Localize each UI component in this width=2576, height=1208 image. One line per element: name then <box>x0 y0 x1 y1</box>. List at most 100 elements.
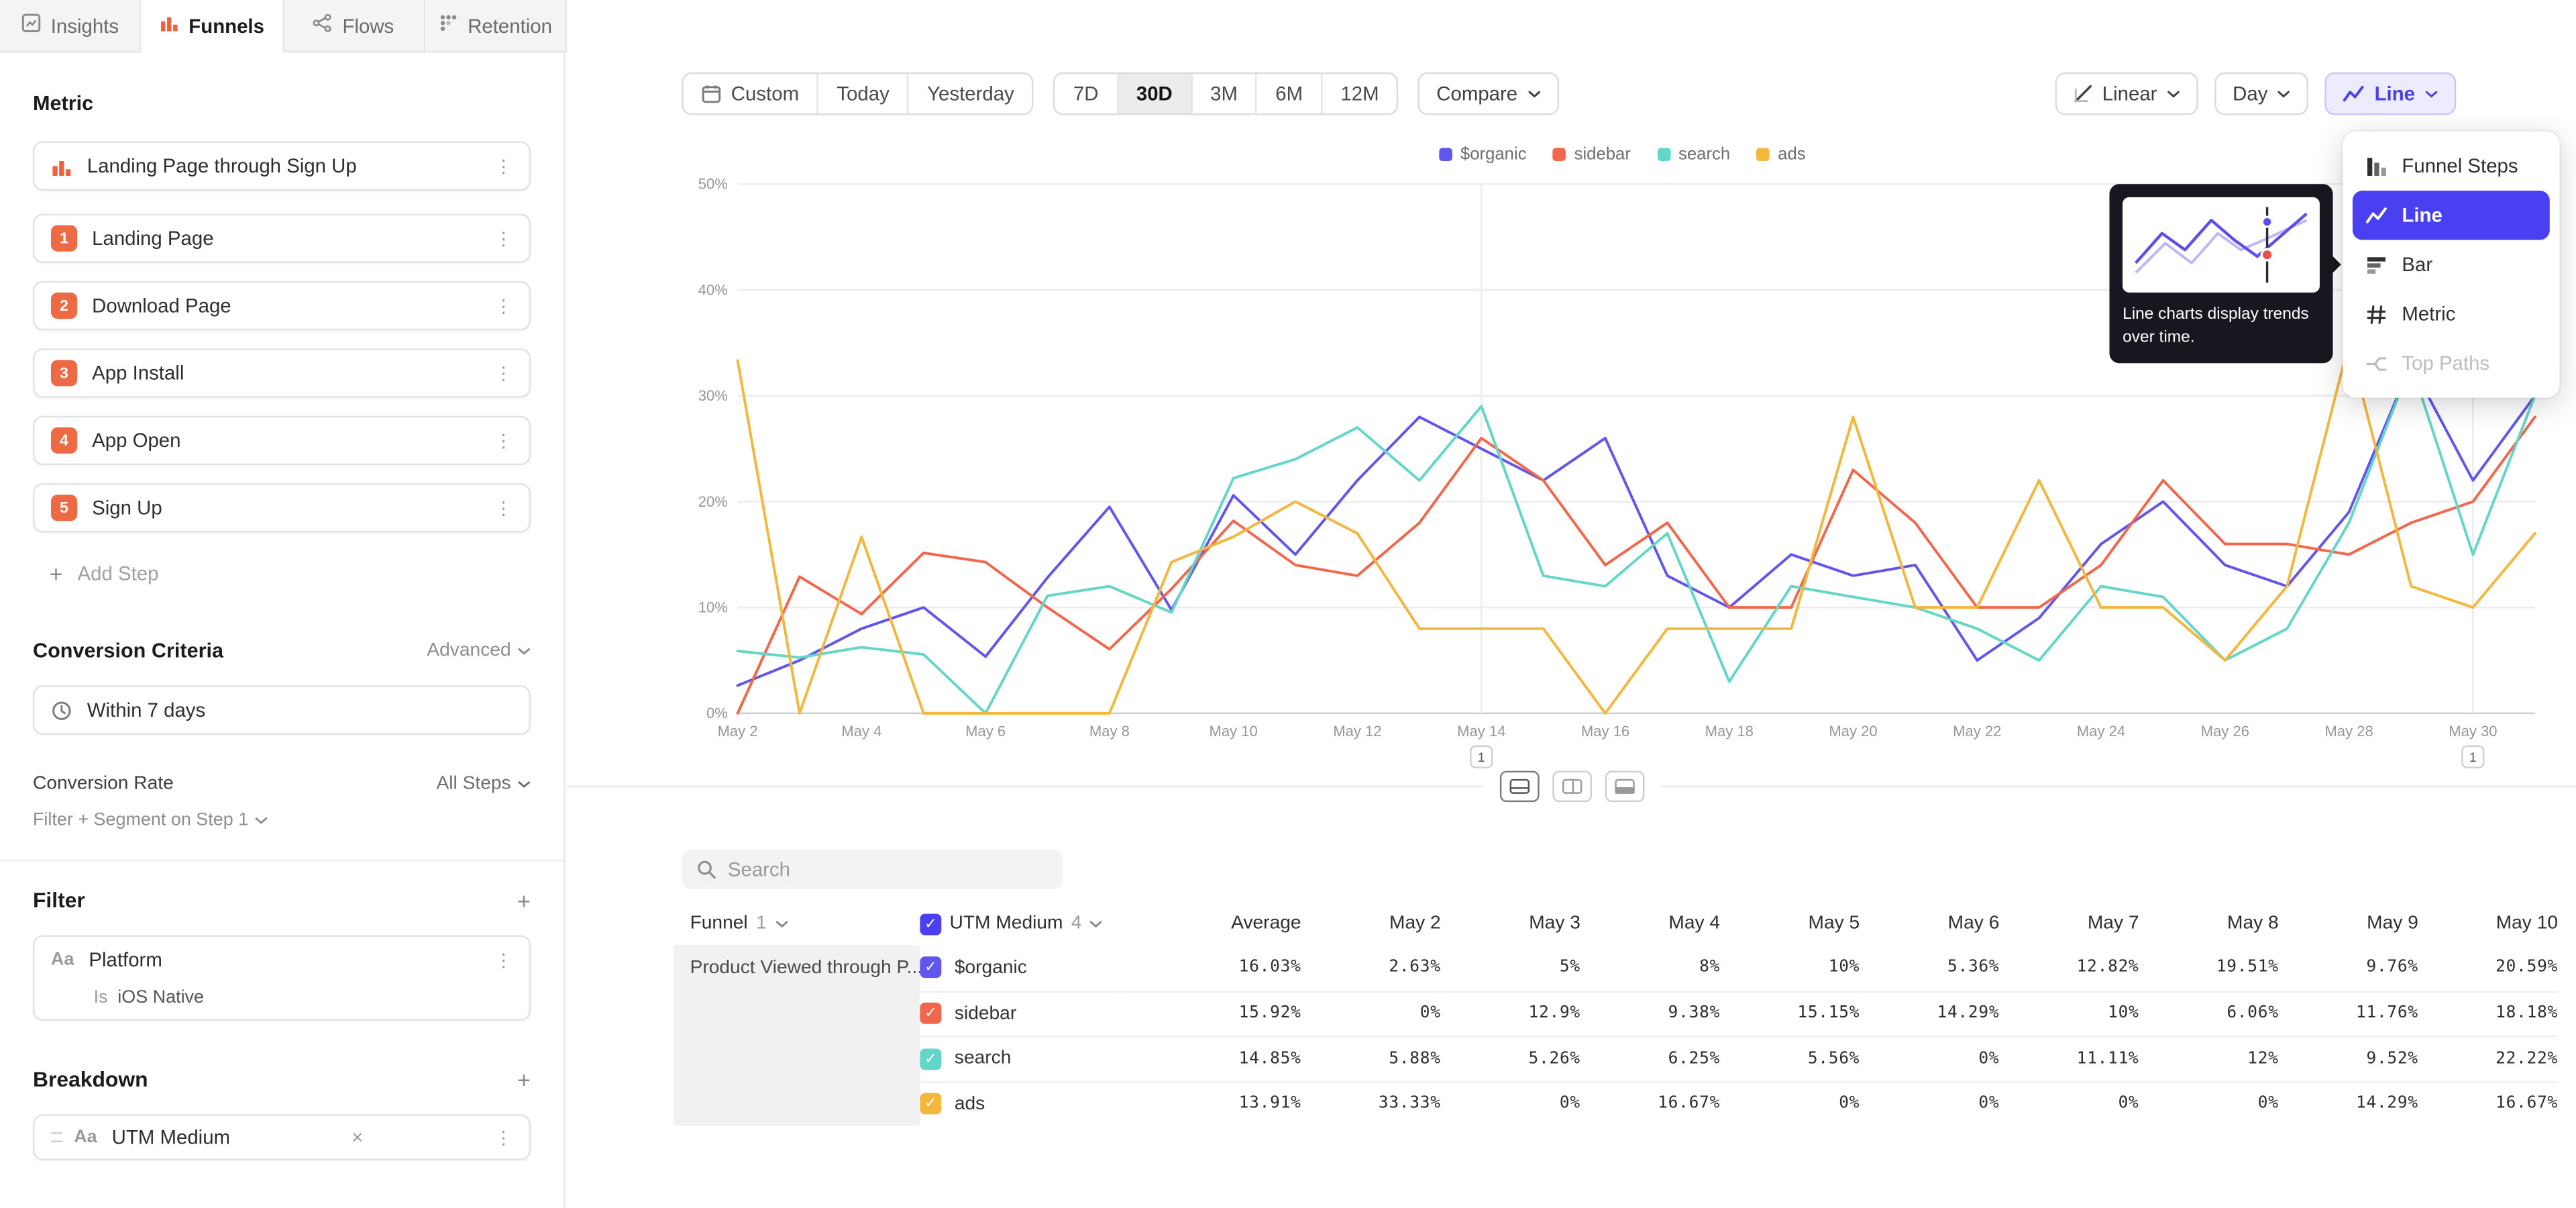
chart-type-dropdown[interactable]: Line <box>2325 72 2456 115</box>
row-checkbox[interactable]: ✓ <box>920 1048 941 1070</box>
table-column-header[interactable]: May 7 <box>1999 902 2139 945</box>
legend-item[interactable]: sidebar <box>1553 145 1631 164</box>
layout-toggles <box>1483 771 1660 803</box>
layout-split-horizontal-button[interactable] <box>1499 771 1539 803</box>
funnel-step[interactable]: 5 Sign Up ⋮ <box>33 483 531 532</box>
table-row-label[interactable]: ✓ search <box>920 1036 1117 1080</box>
table-column-header[interactable]: May 9 <box>2279 902 2418 945</box>
row-checkbox[interactable]: ✓ <box>920 1093 941 1115</box>
table-cell: 5.36% <box>1860 945 1999 990</box>
table-cell: 5.88% <box>1301 1036 1441 1080</box>
menu-item-metric[interactable]: Metric <box>2353 289 2550 338</box>
tab-insights[interactable]: Insights <box>0 0 142 51</box>
kebab-menu-icon[interactable]: ⋮ <box>484 295 513 317</box>
filter-value[interactable]: iOS Native <box>117 988 204 1007</box>
svg-text:10%: 10% <box>698 599 728 615</box>
range-7d-button[interactable]: 7D <box>1055 74 1118 113</box>
search-input[interactable] <box>728 858 1049 880</box>
filter-segment-dropdown[interactable]: Filter + Segment on Step 1 <box>33 810 531 829</box>
table-column-header[interactable]: May 5 <box>1720 902 1860 945</box>
table-row-label[interactable]: ✓ sidebar <box>920 991 1117 1036</box>
svg-text:0%: 0% <box>706 705 728 721</box>
table-column-header[interactable]: May 10 <box>2418 902 2558 945</box>
filter-operator[interactable]: Is <box>94 988 108 1007</box>
yesterday-button[interactable]: Yesterday <box>909 74 1032 113</box>
table-column-header[interactable]: Average <box>1117 902 1301 945</box>
legend-item[interactable]: ads <box>1756 145 1805 164</box>
kebab-menu-icon[interactable]: ⋮ <box>484 430 513 451</box>
table-column-header[interactable]: May 8 <box>2139 902 2279 945</box>
table-cell: 20.59% <box>2418 945 2558 990</box>
funnel-step[interactable]: 2 Download Page ⋮ <box>33 281 531 330</box>
add-step-button[interactable]: + Add Step <box>33 550 531 597</box>
advanced-dropdown[interactable]: Advanced <box>427 641 531 660</box>
tab-flows[interactable]: Flows <box>283 0 425 51</box>
table-search[interactable] <box>682 850 1063 889</box>
all-steps-dropdown[interactable]: All Steps <box>436 774 531 793</box>
svg-text:May 8: May 8 <box>1089 723 1130 740</box>
today-button[interactable]: Today <box>818 74 909 113</box>
remove-breakdown-icon[interactable]: × <box>345 1126 370 1149</box>
table-group-cell[interactable]: Product Viewed through P... <box>674 945 920 1125</box>
layout-table-bottom-button[interactable] <box>1604 771 1644 803</box>
table-column-header[interactable]: May 2 <box>1301 902 1441 945</box>
row-checkbox[interactable]: ✓ <box>920 957 941 978</box>
conversion-window-card[interactable]: Within 7 days <box>33 685 531 734</box>
svg-text:May 30: May 30 <box>2449 723 2497 740</box>
range-30d-button[interactable]: 30D <box>1118 74 1192 113</box>
add-filter-button[interactable]: + <box>517 889 531 911</box>
kebab-menu-icon[interactable]: ⋮ <box>484 362 513 384</box>
custom-date-button[interactable]: Custom <box>684 74 819 113</box>
table-column-header[interactable]: May 6 <box>1860 902 1999 945</box>
tooltip-mini-chart <box>2123 197 2320 293</box>
svg-text:May 6: May 6 <box>965 723 1006 740</box>
funnel-step[interactable]: 1 Landing Page ⋮ <box>33 213 531 262</box>
layout-split-vertical-button[interactable] <box>1552 771 1591 803</box>
table-cell: 5% <box>1441 945 1580 990</box>
table-funnel-header[interactable]: Funnel 1 <box>674 902 920 945</box>
legend-item[interactable]: $organic <box>1439 145 1526 164</box>
table-column-header[interactable]: May 3 <box>1441 902 1580 945</box>
plus-icon: + <box>49 562 62 585</box>
drag-handle-icon[interactable] <box>51 1132 62 1142</box>
bar-chart-icon <box>2366 254 2387 275</box>
filter-item-card[interactable]: Aa Platform ⋮ Is iOS Native <box>33 935 531 1020</box>
kebab-menu-icon[interactable]: ⋮ <box>484 949 513 970</box>
table-cell: 9.38% <box>1580 991 1720 1036</box>
linear-scale-dropdown[interactable]: Linear <box>2055 72 2198 115</box>
menu-item-bar[interactable]: Bar <box>2353 240 2550 289</box>
menu-item-funnel-steps[interactable]: Funnel Steps <box>2353 142 2550 191</box>
select-all-checkbox[interactable]: ✓ <box>920 913 941 934</box>
tab-funnels[interactable]: Funnels <box>142 0 283 52</box>
table-cell: 9.76% <box>2279 945 2418 990</box>
breakdown-item-card[interactable]: Aa UTM Medium × ⋮ <box>33 1114 531 1160</box>
step-label: Download Page <box>92 294 231 317</box>
funnel-count: 1 <box>756 914 767 934</box>
range-6m-button[interactable]: 6M <box>1257 74 1322 113</box>
kebab-menu-icon[interactable]: ⋮ <box>484 228 513 249</box>
range-12m-button[interactable]: 12M <box>1322 74 1397 113</box>
table-cell: 0% <box>1860 1036 1999 1080</box>
row-checkbox[interactable]: ✓ <box>920 1003 941 1024</box>
interval-dropdown[interactable]: Day <box>2214 72 2308 115</box>
table-cell: 2.63% <box>1301 945 1441 990</box>
kebab-menu-icon[interactable]: ⋮ <box>484 497 513 519</box>
table-cell: 8% <box>1580 945 1720 990</box>
funnel-step[interactable]: 3 App Install ⋮ <box>33 348 531 397</box>
add-breakdown-button[interactable]: + <box>517 1068 531 1091</box>
table-row-label[interactable]: ✓ $organic <box>920 945 1117 990</box>
funnel-step[interactable]: 4 App Open ⋮ <box>33 416 531 465</box>
table-row-label[interactable]: ✓ ads <box>920 1080 1117 1125</box>
svg-text:1: 1 <box>1478 750 1485 765</box>
menu-item-line[interactable]: Line <box>2353 191 2550 240</box>
tab-retention[interactable]: Retention <box>425 0 566 51</box>
legend-item[interactable]: search <box>1657 145 1730 164</box>
compare-button[interactable]: Compare <box>1418 72 1558 115</box>
kebab-menu-icon[interactable]: ⋮ <box>484 1127 513 1148</box>
kebab-menu-icon[interactable]: ⋮ <box>484 155 513 177</box>
funnel-title-card[interactable]: Landing Page through Sign Up ⋮ <box>33 142 531 191</box>
range-3m-button[interactable]: 3M <box>1192 74 1257 113</box>
table-cell: 0% <box>1720 1080 1860 1125</box>
table-breakdown-header[interactable]: ✓ UTM Medium 4 <box>920 902 1117 945</box>
table-column-header[interactable]: May 4 <box>1580 902 1720 945</box>
